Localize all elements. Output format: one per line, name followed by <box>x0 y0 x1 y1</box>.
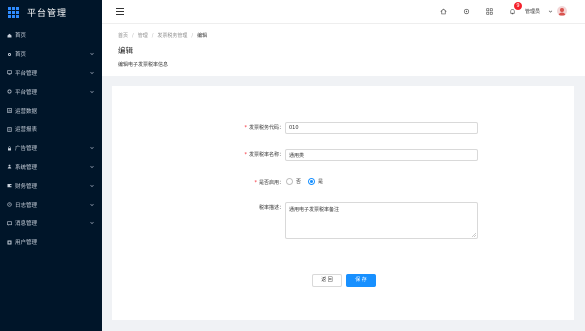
sidebar-item-9[interactable]: 日志管理 <box>0 195 102 214</box>
apps-icon[interactable] <box>486 8 493 15</box>
sidebar-item-label: 运营报表 <box>15 127 38 134</box>
radio-yes-label: 是 <box>318 179 324 185</box>
description-label: 税率描述： <box>258 205 284 211</box>
chevron-down-icon <box>89 183 95 189</box>
sidebar-item-0[interactable]: 首页 <box>0 26 102 45</box>
user-icon <box>7 164 12 169</box>
logo[interactable]: 平台管理 <box>0 0 102 24</box>
grid-logo-icon <box>8 6 19 18</box>
sidebar-item-label: 日志管理 <box>15 202 38 209</box>
radio-yes[interactable]: 是 <box>308 178 323 185</box>
sidebar-item-1[interactable]: 首页 <box>0 45 102 64</box>
chevron-down-icon <box>89 145 95 151</box>
sidebar-item-label: 平台管理 <box>15 89 38 96</box>
username[interactable]: 管理员 <box>525 8 540 15</box>
breadcrumb-current: 编辑 <box>197 33 208 39</box>
cog-icon <box>7 89 12 94</box>
sidebar-item-label: 用户管理 <box>15 240 38 247</box>
radio-yes-circle[interactable] <box>308 178 315 185</box>
sidebar: 平台管理 首页 首页 平台管理 平台管理 运营数据 运营报表 广告管理 系统管理 财务管理 日志管… <box>0 0 102 331</box>
page-title: 编辑 <box>118 46 133 55</box>
sidebar-item-4[interactable]: 运营数据 <box>0 101 102 120</box>
sidebar-item-3[interactable]: 平台管理 <box>0 82 102 101</box>
resize-handle-icon[interactable] <box>472 233 476 237</box>
settings-icon <box>7 52 12 57</box>
sidebar-item-7[interactable]: 系统管理 <box>0 158 102 177</box>
breadcrumb-item-tax[interactable]: 发票税务管理 <box>157 33 187 39</box>
save-button[interactable]: 保 存 <box>346 274 376 287</box>
sidebar-item-label: 首页 <box>15 33 27 40</box>
lock-icon <box>7 146 12 151</box>
tax-code-label: * 发票税务代码： <box>244 125 284 131</box>
breadcrumb-item-home[interactable]: 首页 <box>118 33 128 39</box>
description-textarea[interactable]: 通用电子发票税率备注 <box>285 202 478 239</box>
page-subtitle: 编辑电子发票税率信息 <box>118 62 169 68</box>
chevron-down-icon <box>89 51 95 57</box>
wallet-icon <box>7 183 12 188</box>
sidebar-item-2[interactable]: 平台管理 <box>0 64 102 83</box>
chevron-down-icon <box>89 89 95 95</box>
home-nav-icon[interactable] <box>440 8 447 15</box>
radio-no-label: 否 <box>296 179 302 185</box>
home-icon <box>7 33 12 38</box>
enabled-label: * 是否启用： <box>254 180 284 186</box>
back-button[interactable]: 返 回 <box>312 274 342 287</box>
sidebar-item-6[interactable]: 广告管理 <box>0 139 102 158</box>
message-icon <box>7 221 12 226</box>
sidebar-item-label: 财务管理 <box>15 183 38 190</box>
sidebar-item-label: 首页 <box>15 52 27 59</box>
sidebar-item-label: 系统管理 <box>15 164 38 171</box>
users-icon <box>7 240 12 245</box>
report-icon <box>7 127 12 132</box>
chevron-down-icon <box>89 220 95 226</box>
sidebar-item-label: 广告管理 <box>15 146 38 153</box>
chart-icon <box>7 108 12 113</box>
sidebar-item-label: 平台管理 <box>15 70 38 77</box>
breadcrumb-item-manage[interactable]: 管理 <box>138 33 148 39</box>
tax-name-input[interactable] <box>285 149 478 161</box>
sidebar-item-5[interactable]: 运营报表 <box>0 120 102 139</box>
chevron-down-icon <box>89 202 95 208</box>
radio-no-circle[interactable] <box>286 178 293 185</box>
chevron-down-icon[interactable] <box>548 9 553 14</box>
menu-toggle-icon[interactable] <box>116 8 124 15</box>
page-header: 首页 / 管理 / 发票税务管理 / 编辑 编辑 编辑电子发票税率信息 <box>102 24 585 76</box>
top-header: 9 管理员 <box>102 0 585 24</box>
chevron-down-icon <box>89 70 95 76</box>
log-icon <box>7 202 12 207</box>
sidebar-item-label: 运营数据 <box>15 108 38 115</box>
sidebar-item-11[interactable]: 用户管理 <box>0 233 102 252</box>
form-card: *发票税务代码： *发票税率名称： *是否启用： 否 是 税率描述： 通用电子发… <box>112 86 574 320</box>
sidebar-item-8[interactable]: 财务管理 <box>0 176 102 195</box>
sidebar-menu: 首页 首页 平台管理 平台管理 运营数据 运营报表 广告管理 系统管理 财务管理 日志管理 消息管理… <box>0 26 102 252</box>
tax-code-input[interactable] <box>285 122 478 134</box>
breadcrumb: 首页 / 管理 / 发票税务管理 / 编辑 <box>118 33 208 39</box>
description-text: 通用电子发票税率备注 <box>289 207 340 213</box>
tax-name-label: * 发票税率名称： <box>244 152 284 158</box>
avatar[interactable] <box>557 6 567 16</box>
sidebar-item-label: 消息管理 <box>15 221 38 228</box>
refresh-icon[interactable] <box>463 8 470 15</box>
notification-badge: 9 <box>514 2 522 10</box>
sidebar-item-10[interactable]: 消息管理 <box>0 214 102 233</box>
chevron-down-icon <box>89 164 95 170</box>
radio-no[interactable]: 否 <box>286 178 301 185</box>
app-title: 平台管理 <box>27 8 68 19</box>
monitor-icon <box>7 70 12 76</box>
